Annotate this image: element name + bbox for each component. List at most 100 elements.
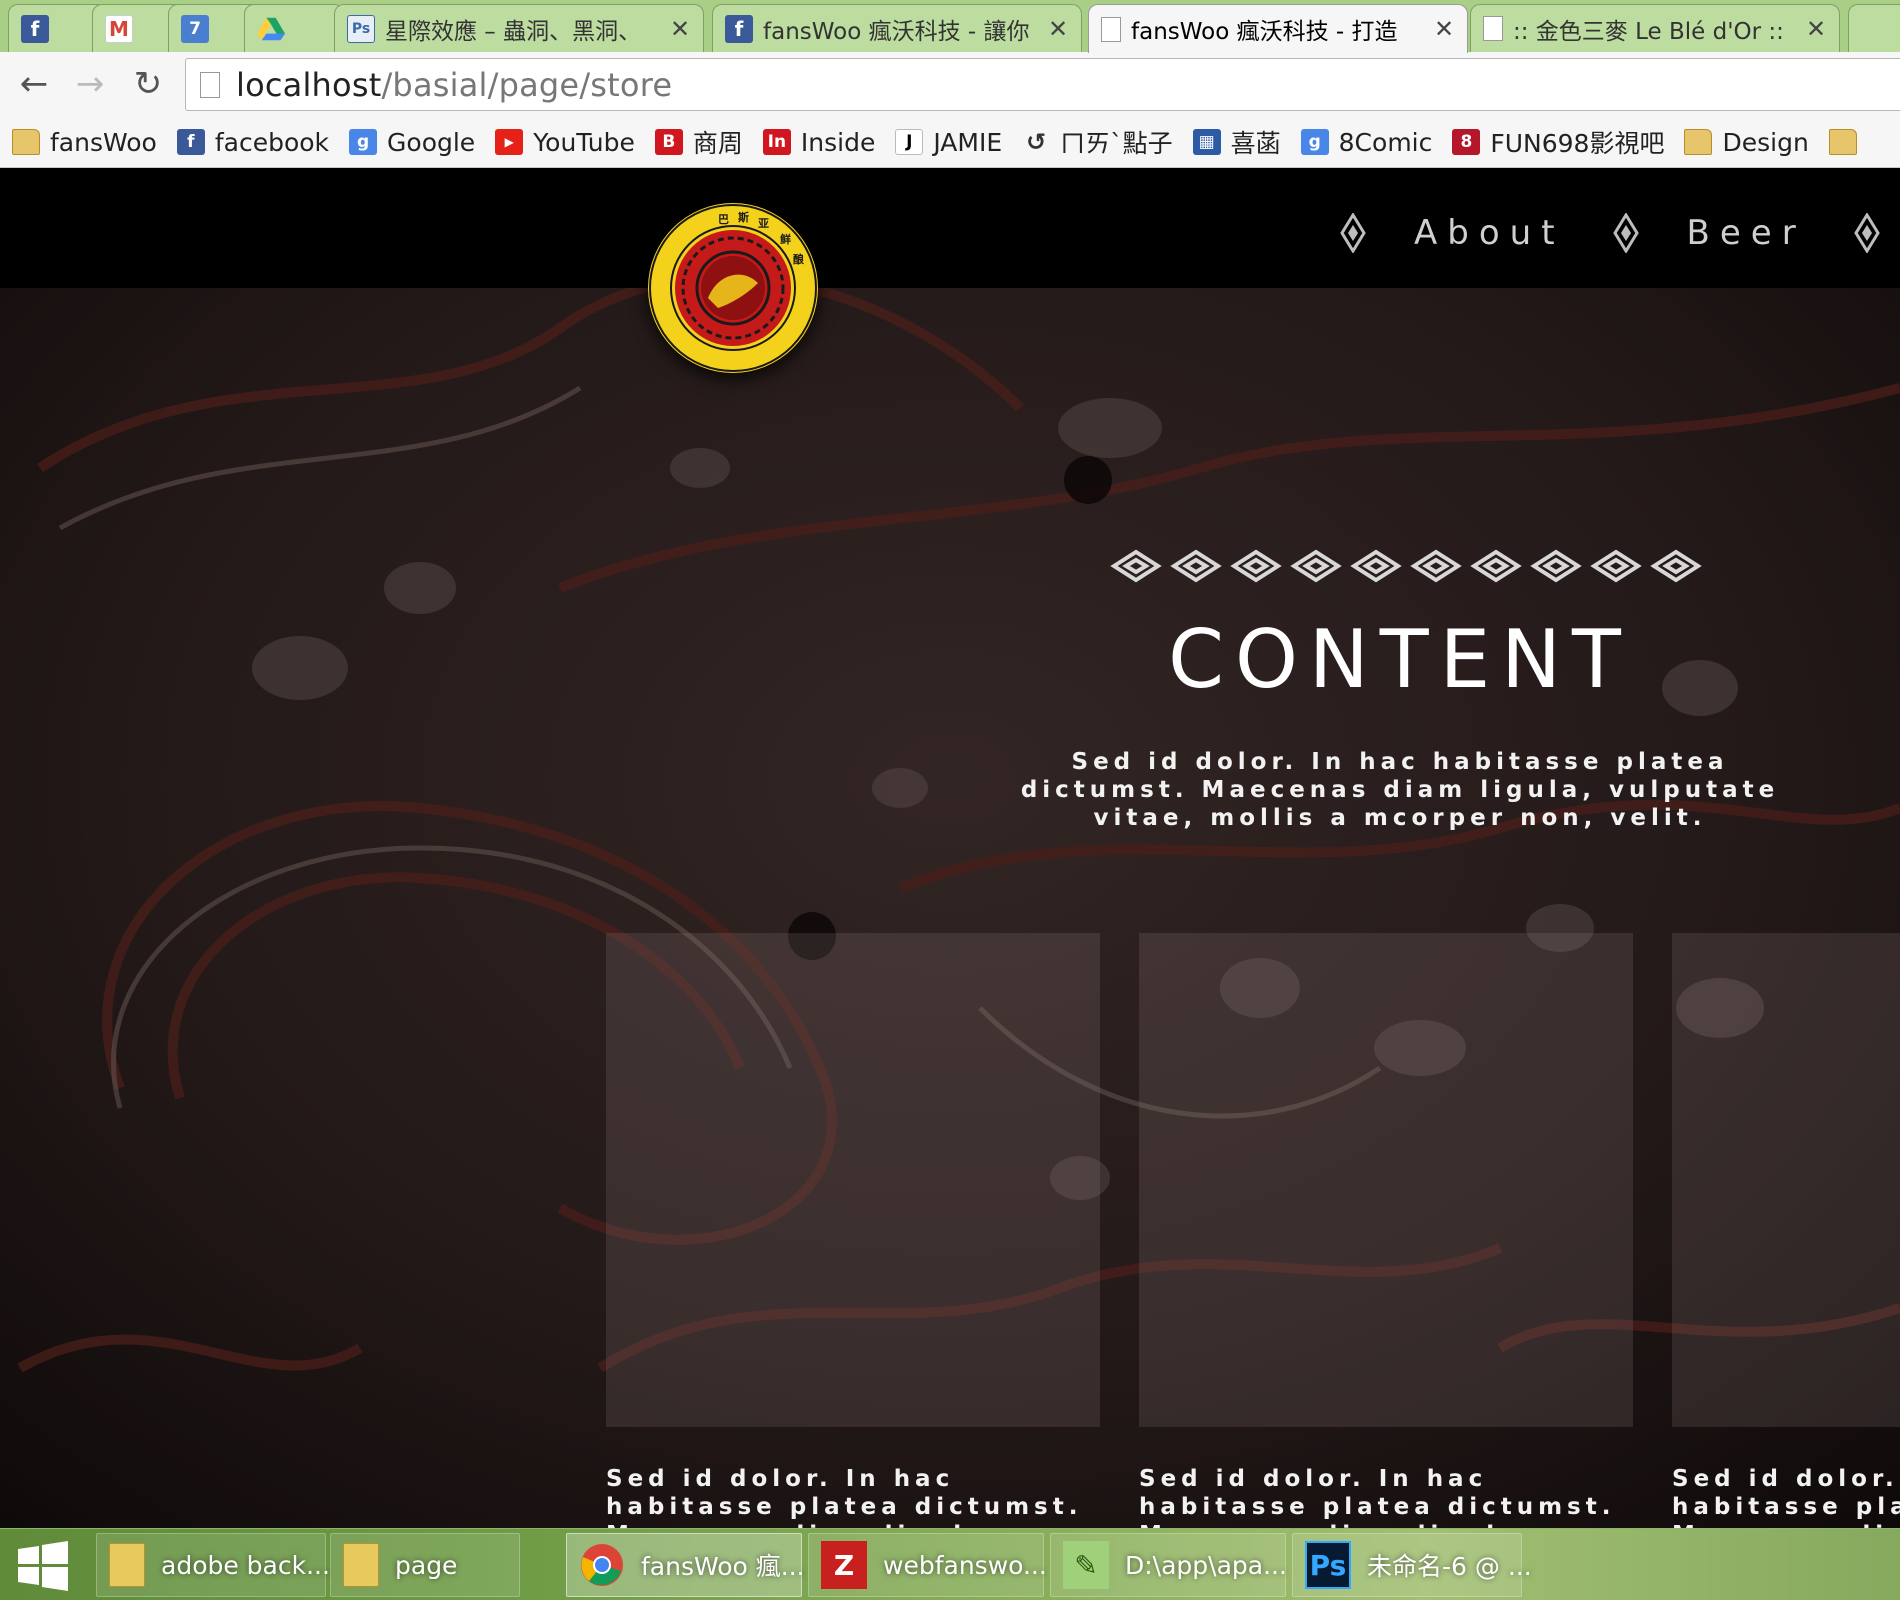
tab-title: :: 金色三麥 Le Blé d'Or ::: [1513, 18, 1784, 45]
bookmark-jamie[interactable]: J JAMIE: [895, 128, 1002, 157]
taskbar-item-label: fansWoo 瘋...: [641, 1552, 805, 1581]
product-card[interactable]: Sed id dolor. In hac habitasse platea di…: [1672, 933, 1900, 1528]
section-intro: Sed id dolor. In hac habitasse platea di…: [1020, 749, 1780, 831]
card-text: Sed id dolor. In hac habitasse platea di…: [1672, 1466, 1900, 1528]
bookmark-label: Google: [387, 127, 476, 157]
close-icon[interactable]: ✕: [1047, 15, 1069, 43]
taskbar-item[interactable]: Ps 未命名-6 @ ...: [1292, 1533, 1532, 1597]
close-icon[interactable]: ✕: [1805, 15, 1827, 43]
taskbar-item[interactable]: fansWoo 瘋...: [566, 1533, 805, 1597]
bookmark-8comic[interactable]: g 8Comic: [1300, 127, 1433, 157]
nav-item-beer[interactable]: Beer: [1612, 213, 1806, 253]
svg-text:亚: 亚: [758, 217, 769, 230]
tab-google-drive[interactable]: [244, 4, 344, 52]
google-drive-icon: [257, 15, 285, 43]
bookmark-label: ㄇㄞˋ點子: [1060, 129, 1173, 158]
bookmark-label: Inside: [800, 127, 876, 157]
inside-icon: In: [762, 129, 791, 155]
nav-item-about[interactable]: About: [1340, 213, 1565, 253]
card-image-placeholder[interactable]: [606, 933, 1100, 1427]
calendar-icon: 7: [181, 14, 209, 43]
svg-text:斯: 斯: [738, 210, 749, 224]
taskbar-item[interactable]: Zwebfanswo...: [808, 1533, 1047, 1597]
close-icon[interactable]: ✕: [669, 15, 691, 43]
bookmark--[interactable]: ▦ 喜菡: [1192, 124, 1281, 160]
tab-fanswoo-facebook[interactable]: f fansWoo 瘋沃科技 - 讓你 ✕: [712, 4, 1082, 52]
chrome-icon: [579, 1541, 625, 1589]
bookmark-youtube[interactable]: ▶ YouTube: [495, 128, 635, 157]
business-weekly-icon: B: [654, 129, 683, 155]
brewery-logo[interactable]: 巴斯亚 鲜酿: [648, 203, 818, 373]
start-button[interactable]: [14, 1541, 72, 1591]
taskbar-item-label: 未命名-6 @ ...: [1367, 1552, 1532, 1581]
bookmark-folder[interactable]: [1828, 129, 1867, 155]
main-nav: About Beer: [1340, 198, 1900, 268]
tab-fanswoo-active[interactable]: fansWoo 瘋沃科技 - 打造 ✕: [1088, 4, 1468, 53]
photoshop-icon: Ps: [1305, 1541, 1351, 1589]
taskbar-item[interactable]: ✎ D:\app\apa...: [1050, 1533, 1287, 1597]
forward-button[interactable]: →: [68, 62, 112, 106]
bookmark-google[interactable]: g Google: [349, 128, 475, 157]
folder-icon: [12, 129, 40, 155]
bookmark-label: facebook: [214, 127, 330, 157]
photoshop-doc-icon: Ps: [347, 14, 375, 43]
windows-taskbar: adobe back... page fansWoo 瘋... Zwebfanswo.…: [0, 1528, 1900, 1600]
diamond-ornament: [1110, 549, 1702, 583]
grid-icon: ▦: [1192, 129, 1221, 155]
section-title: CONTENT: [1168, 613, 1632, 706]
svg-text:鲜: 鲜: [780, 232, 791, 246]
svg-text:酿: 酿: [793, 252, 804, 266]
page-icon: [200, 71, 220, 98]
taskbar-item[interactable]: adobe back...: [96, 1533, 330, 1597]
product-card[interactable]: Sed id dolor. In hac habitasse platea di…: [1139, 933, 1633, 1528]
back-button[interactable]: ←: [12, 62, 56, 106]
taskbar-item[interactable]: page: [330, 1533, 520, 1597]
bookmark-label: fansWoo: [50, 127, 157, 157]
google-icon: g: [349, 129, 378, 155]
bookmark--[interactable]: ↺ ㄇㄞˋ點子: [1022, 124, 1173, 160]
nav-item-next[interactable]: [1853, 213, 1880, 253]
facebook-icon: f: [21, 14, 49, 43]
folder-icon: [1828, 129, 1857, 155]
card-image-placeholder[interactable]: [1139, 933, 1633, 1427]
bookmark-inside[interactable]: In Inside: [762, 127, 876, 157]
url-host: localhost: [236, 65, 382, 104]
filezilla-icon: Z: [821, 1541, 867, 1589]
product-card[interactable]: Sed id dolor. In hac habitasse platea di…: [606, 933, 1100, 1528]
url-path: /basial/page/store: [381, 65, 673, 104]
bookmark--[interactable]: B 商周: [654, 124, 743, 160]
bookmark-label: 8Comic: [1338, 127, 1433, 157]
tab-le-ble-dor[interactable]: :: 金色三麥 Le Blé d'Or :: ✕: [1470, 4, 1840, 52]
close-icon[interactable]: ✕: [1433, 15, 1455, 43]
facebook-icon: f: [176, 129, 205, 155]
tab-title: fansWoo 瘋沃科技 - 讓你: [763, 18, 1030, 45]
tab-interstellar[interactable]: Ps 星際效應 – 蟲洞、黑洞、 ✕: [334, 4, 704, 52]
bookmark-facebook[interactable]: f facebook: [176, 127, 330, 157]
diamond-icon: [1853, 213, 1880, 253]
new-tab-button[interactable]: [1848, 4, 1900, 52]
bookmark-label: 喜菡: [1230, 129, 1281, 158]
browser-toolbar: ← → ↻ localhost/basial/page/store: [0, 52, 1900, 117]
page-icon: [1483, 16, 1503, 41]
card-image-placeholder[interactable]: [1672, 933, 1900, 1427]
svg-text:巴: 巴: [718, 213, 729, 226]
tab-title: 星際效應 – 蟲洞、黑洞、: [385, 18, 642, 45]
nav-label-beer: Beer: [1686, 213, 1806, 253]
bookmark-design[interactable]: Design: [1684, 128, 1809, 157]
web-page: 巴斯亚 鲜酿 About Beer CONTENT Sed id dolor. …: [0, 168, 1900, 1528]
reload-button[interactable]: ↻: [126, 62, 170, 106]
url-text[interactable]: localhost/basial/page/store: [236, 66, 672, 104]
folder-icon: [343, 1543, 379, 1587]
notepad-icon: ✎: [1063, 1541, 1109, 1589]
facebook-icon: f: [725, 14, 753, 43]
address-bar[interactable]: localhost/basial/page/store: [185, 58, 1900, 111]
gmail-icon: M: [105, 14, 133, 43]
taskbar-item-label: page: [395, 1550, 458, 1580]
taskbar-item-label: D:\app\apa...: [1125, 1550, 1287, 1580]
tab-strip: f M 7 Ps 星際效應 – 蟲洞、黑洞、 ✕ f fansWoo 瘋沃科技 …: [0, 0, 1900, 53]
card-text: Sed id dolor. In hac habitasse platea di…: [606, 1466, 1083, 1528]
fun698-icon: 8: [1452, 129, 1481, 155]
bookmarks-bar: fansWoo f facebook g Google ▶ YouTube B 商周 In Insi…: [0, 117, 1900, 168]
bookmark-fanswoo[interactable]: fansWoo: [12, 128, 157, 157]
bookmark-fun698-[interactable]: 8 FUN698影視吧: [1452, 124, 1664, 160]
